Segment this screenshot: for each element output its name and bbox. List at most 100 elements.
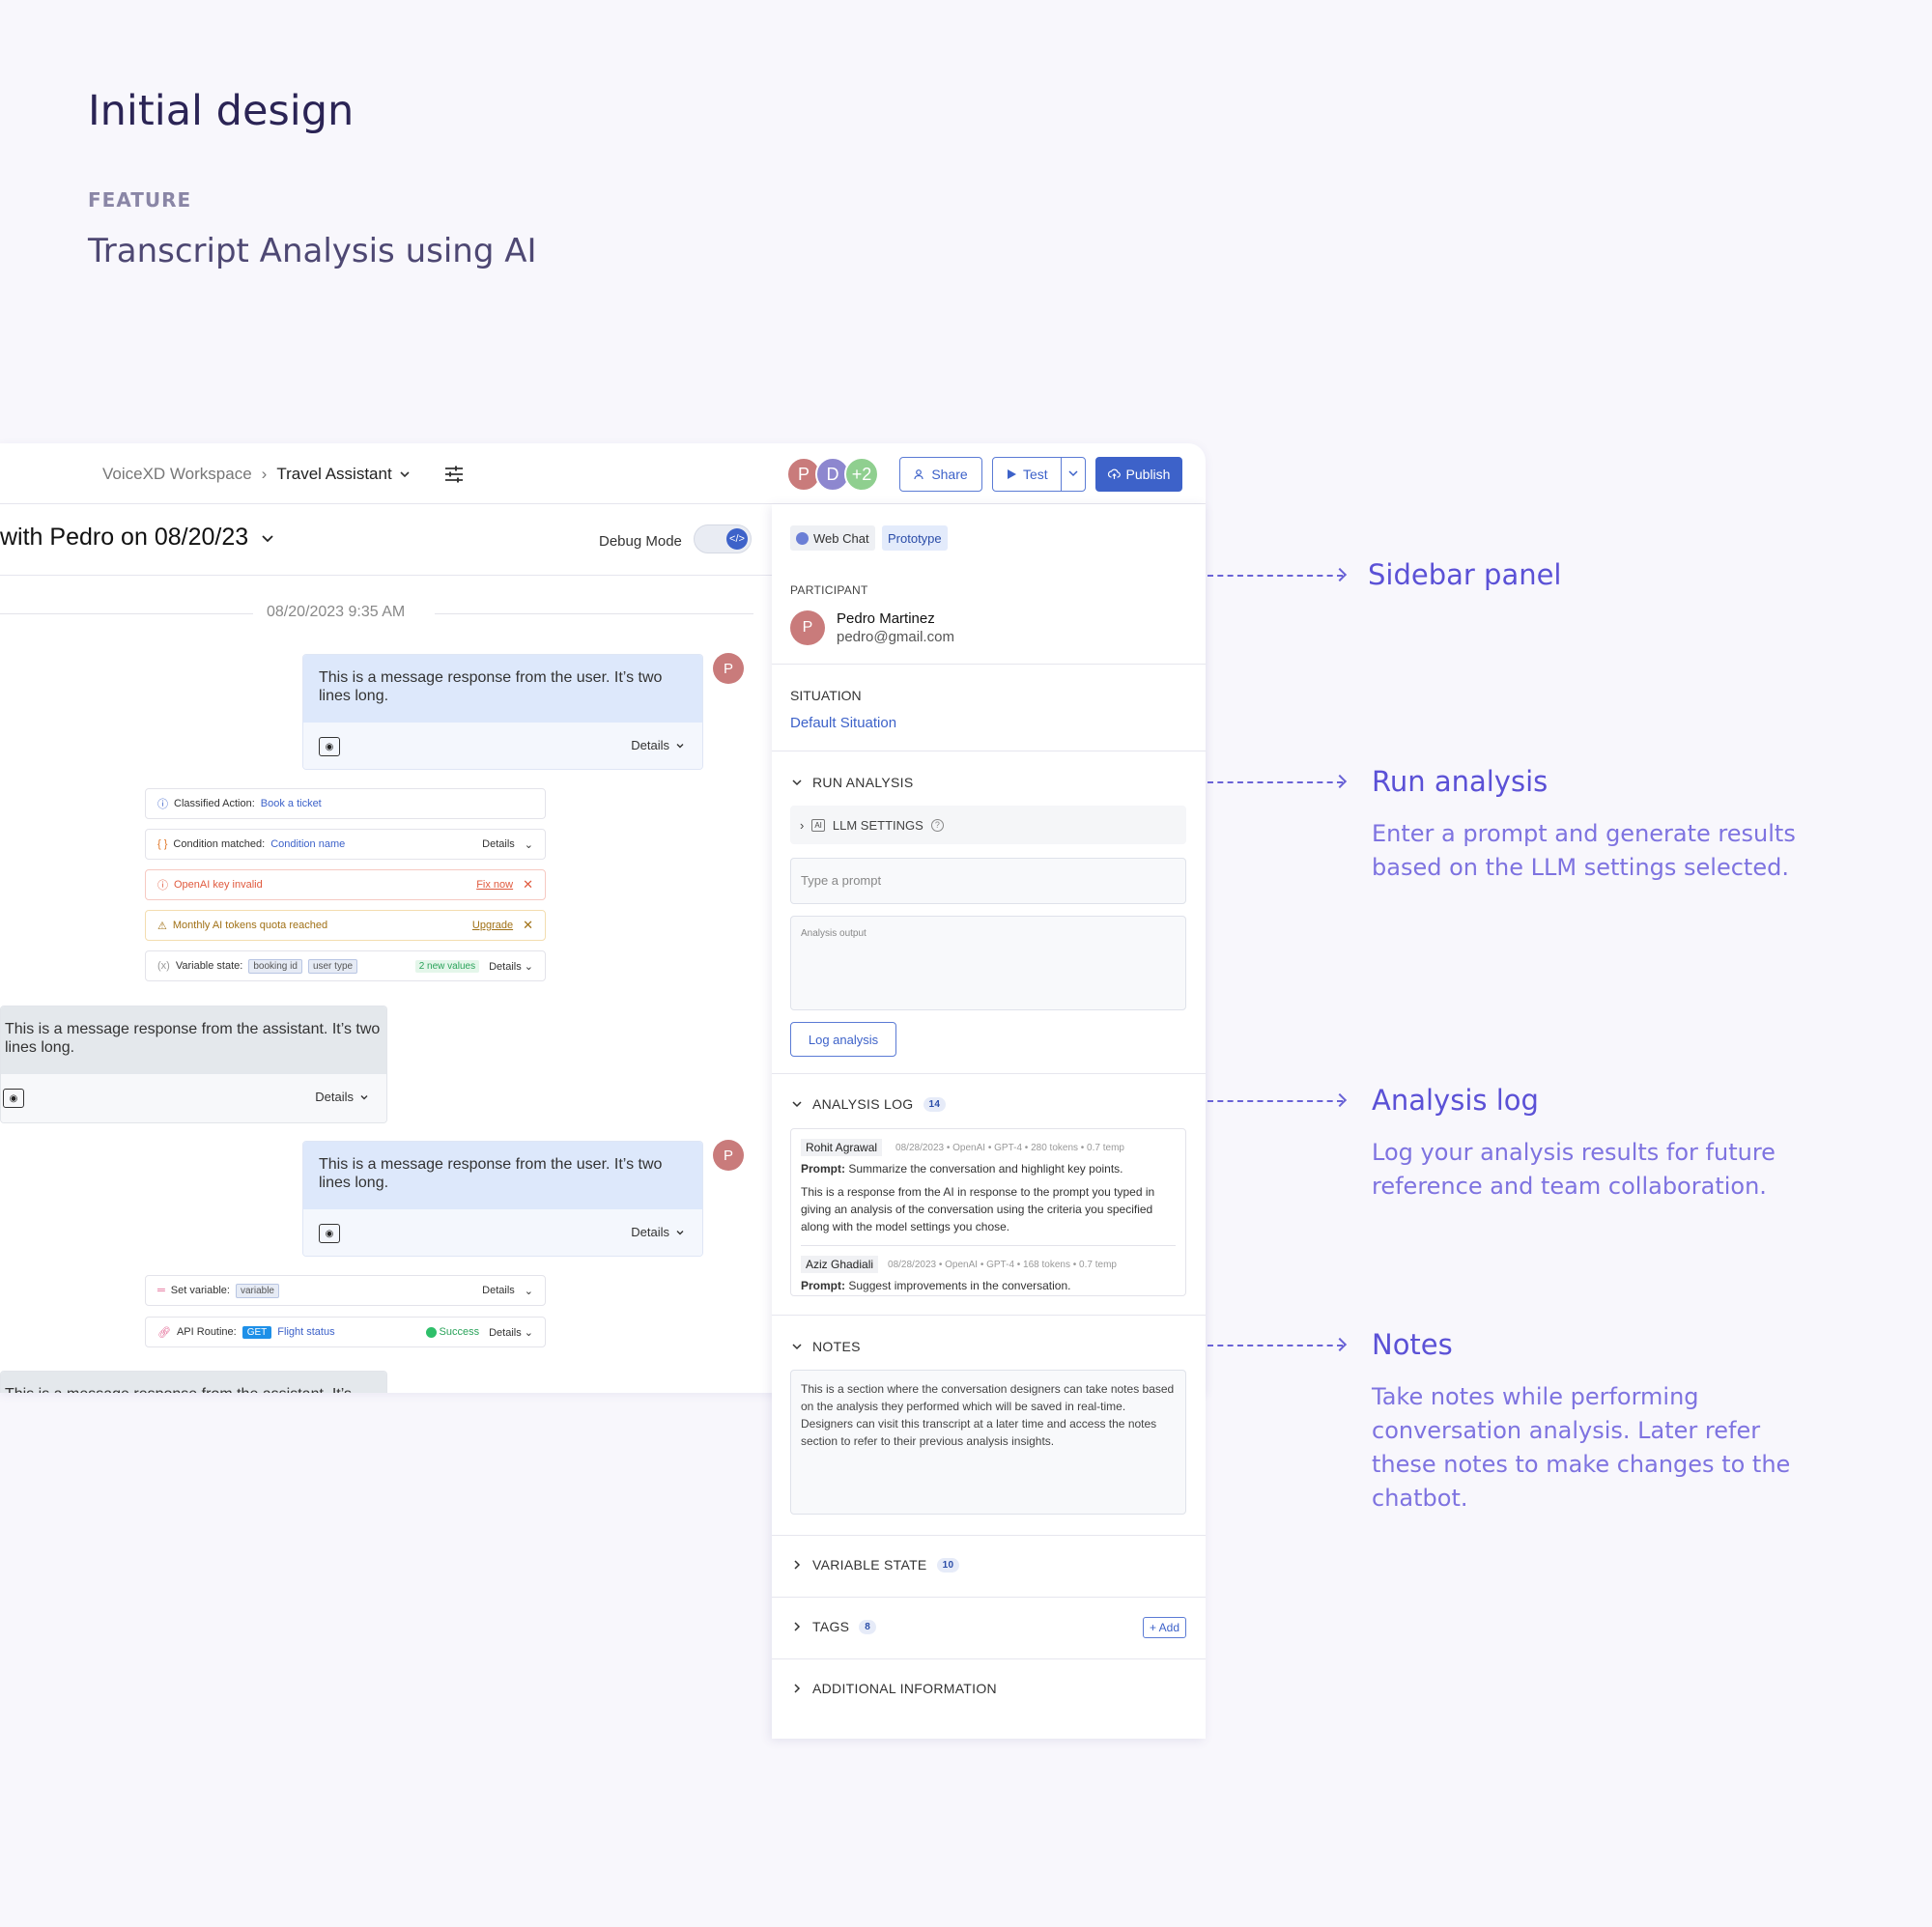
- project-name: Travel Assistant: [276, 465, 392, 483]
- variable-state-header[interactable]: VARIABLE STATE 10: [791, 1557, 960, 1573]
- additional-info-section: ADDITIONAL INFORMATION: [772, 1659, 1206, 1721]
- log-prompt: Prompt: Summarize the conversation and h…: [801, 1162, 1176, 1176]
- prompt-text: Summarize the conversation and highlight…: [848, 1162, 1123, 1176]
- event-error: ⓘ OpenAI key invalid Fix now ✕: [145, 869, 546, 900]
- annotation-connector: [1208, 1345, 1343, 1346]
- details-toggle[interactable]: Details: [315, 1090, 369, 1104]
- analysis-output[interactable]: Analysis output: [790, 916, 1186, 1010]
- chevron-down-icon: [360, 1094, 368, 1099]
- situation-link[interactable]: Default Situation: [790, 715, 896, 731]
- additional-info-header[interactable]: ADDITIONAL INFORMATION: [791, 1681, 997, 1696]
- tags-header[interactable]: TAGS 8: [791, 1619, 877, 1634]
- event-label: API Routine:: [176, 1326, 237, 1338]
- chevron-right-icon: [794, 1684, 801, 1693]
- log-analysis-button[interactable]: Log analysis: [790, 1022, 896, 1057]
- section-title: ANALYSIS LOG: [812, 1096, 914, 1112]
- analysis-log-section: ANALYSIS LOG 14 Rohit Agrawal 08/28/2023…: [772, 1074, 1206, 1316]
- sidebar-panel: Web Chat Prototype PARTICIPANT P Pedro M…: [772, 504, 1206, 1739]
- analysis-log-list[interactable]: Rohit Agrawal 08/28/2023 • OpenAI • GPT-…: [790, 1128, 1186, 1296]
- share-button[interactable]: Share: [899, 457, 982, 492]
- close-icon[interactable]: ✕: [523, 877, 533, 893]
- conversation-selector[interactable]: with Pedro on 08/20/23: [0, 524, 275, 552]
- assistant-message-truncated: This is a message response from the assi…: [0, 1371, 387, 1393]
- project-selector[interactable]: Travel Assistant: [276, 465, 411, 484]
- details-toggle[interactable]: Details: [631, 1225, 685, 1239]
- close-icon[interactable]: ✕: [523, 918, 533, 933]
- details-label: Details: [482, 838, 515, 850]
- target-icon[interactable]: ◉: [319, 737, 340, 756]
- share-label: Share: [931, 467, 968, 482]
- prompt-placeholder: Type a prompt: [801, 873, 882, 888]
- feature-title: Transcript Analysis using AI: [88, 232, 537, 270]
- details-label: Details: [482, 1285, 515, 1296]
- breadcrumb-workspace[interactable]: VoiceXD Workspace: [102, 465, 252, 484]
- run-analysis-section: RUN ANALYSIS › AI LLM SETTINGS ? Type a …: [772, 751, 1206, 1074]
- fix-now-link[interactable]: Fix now: [476, 879, 513, 891]
- analysis-log-header[interactable]: ANALYSIS LOG 14: [791, 1096, 947, 1112]
- publish-button[interactable]: Publish: [1095, 457, 1182, 492]
- assistant-message: This is a message response from the assi…: [0, 1006, 387, 1123]
- message-footer: ◉ Details: [303, 1209, 702, 1256]
- prompt-input[interactable]: Type a prompt: [790, 858, 1186, 904]
- count-badge: 8: [859, 1619, 877, 1634]
- notes-textarea[interactable]: This is a section where the conversation…: [790, 1370, 1186, 1515]
- annotation-analysis-log-desc: Log your analysis results for future ref…: [1372, 1139, 1776, 1200]
- channel-badge: Web Chat: [790, 525, 875, 551]
- notes-header[interactable]: NOTES: [791, 1339, 861, 1354]
- tags-section: TAGS 8 + Add: [772, 1598, 1206, 1659]
- event-value[interactable]: Condition name: [270, 838, 345, 850]
- participant-name: Pedro Martinez: [837, 610, 935, 627]
- details-toggle[interactable]: Details ⌄: [489, 1326, 533, 1339]
- chevron-down-icon: [792, 779, 802, 786]
- date-separator: 08/20/2023 9:35 AM: [0, 604, 753, 623]
- details-toggle[interactable]: Details: [631, 738, 685, 752]
- arrow-icon: [1332, 1337, 1348, 1352]
- add-tag-button[interactable]: + Add: [1142, 1617, 1186, 1638]
- variable-chip: booking id: [248, 958, 302, 974]
- braces-icon: { }: [157, 838, 168, 850]
- message-text: This is a message response from the assi…: [1, 1372, 386, 1393]
- annotation-notes-title: Notes: [1372, 1328, 1453, 1361]
- avatar: P: [713, 653, 744, 684]
- chat-icon: [796, 531, 809, 545]
- chevron-down-icon: ⌄: [524, 838, 533, 851]
- chevron-down-icon: [792, 1101, 802, 1108]
- upgrade-link[interactable]: Upgrade: [472, 920, 513, 931]
- log-entry-meta: Aziz Ghadiali 08/28/2023 • OpenAI • GPT-…: [801, 1256, 1176, 1273]
- settings-sliders-icon[interactable]: [442, 463, 466, 486]
- details-toggle[interactable]: Details ⌄: [482, 838, 533, 851]
- avatar: P: [713, 1140, 744, 1171]
- breadcrumb: VoiceXD Workspace › Travel Assistant: [102, 465, 412, 484]
- target-icon[interactable]: ◉: [319, 1224, 340, 1243]
- details-toggle[interactable]: Details ⌄: [489, 960, 533, 973]
- details-toggle[interactable]: Details ⌄: [482, 1285, 533, 1297]
- chevron-right-icon: ›: [800, 817, 805, 833]
- new-values-badge: 2 new values: [414, 959, 480, 973]
- user-message: This is a message response from the user…: [302, 1141, 703, 1257]
- annotation-sidebar-title: Sidebar panel: [1368, 558, 1562, 591]
- collaborator-avatars[interactable]: P D +2: [786, 457, 879, 492]
- llm-settings-toggle[interactable]: › AI LLM SETTINGS ?: [790, 806, 1186, 844]
- divider: [801, 1245, 1176, 1246]
- api-name[interactable]: Flight status: [277, 1326, 334, 1338]
- run-analysis-header[interactable]: RUN ANALYSIS: [791, 775, 914, 790]
- event-warning: ⚠ Monthly AI tokens quota reached Upgrad…: [145, 910, 546, 941]
- help-icon[interactable]: ?: [930, 818, 944, 832]
- details-label: Details: [489, 960, 522, 973]
- user-message: This is a message response from the user…: [302, 654, 703, 770]
- section-title: VARIABLE STATE: [812, 1557, 927, 1573]
- log-author: Aziz Ghadiali: [801, 1256, 879, 1273]
- section-title: ADDITIONAL INFORMATION: [812, 1681, 997, 1696]
- section-title: TAGS: [812, 1619, 850, 1634]
- target-icon[interactable]: ◉: [3, 1089, 24, 1108]
- log-author: Rohit Agrawal: [801, 1139, 883, 1156]
- annotation-run-analysis-desc: Enter a prompt and generate results base…: [1372, 820, 1796, 881]
- event-value[interactable]: Book a ticket: [261, 798, 322, 809]
- date-label: 08/20/2023 9:35 AM: [267, 604, 406, 620]
- play-icon: [1008, 469, 1016, 479]
- check-circle-icon: [425, 1326, 437, 1338]
- code-icon: </>: [726, 528, 748, 550]
- debug-mode-toggle[interactable]: </>: [694, 524, 752, 553]
- chevron-down-icon[interactable]: [1067, 467, 1079, 480]
- test-button[interactable]: Test: [992, 457, 1086, 492]
